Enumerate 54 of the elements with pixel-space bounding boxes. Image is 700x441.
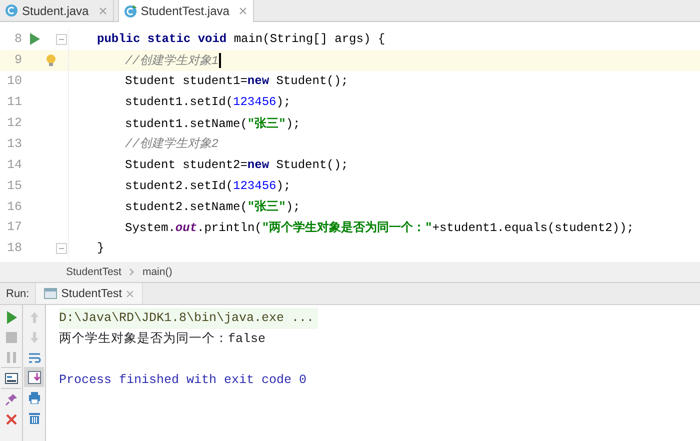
text-cursor <box>218 52 221 68</box>
close-icon[interactable] <box>4 412 18 426</box>
class-icon <box>5 4 18 17</box>
soft-wrap-icon[interactable] <box>28 350 40 364</box>
close-icon[interactable] <box>98 6 107 14</box>
line-number: 16 <box>6 200 22 214</box>
code-line: //创建学生对象1 <box>125 52 219 69</box>
code-line: public static void main(String[] args) { <box>97 32 386 46</box>
exit-message: Process finished with exit code 0 <box>59 372 308 389</box>
code-line: System.out.println("两个学生对象是否为同一个："+student1.equals(student2)); <box>125 220 634 236</box>
line-number: 11 <box>6 95 22 110</box>
window-icon <box>44 288 58 299</box>
trash-icon[interactable] <box>28 410 40 424</box>
close-icon[interactable] <box>126 290 134 298</box>
up-arrow-icon[interactable] <box>28 310 40 324</box>
run-icon[interactable] <box>4 310 18 324</box>
run-icon[interactable] <box>30 33 40 46</box>
down-arrow-icon[interactable] <box>28 330 40 344</box>
line-number: 8 <box>13 32 22 46</box>
code-line: Student student1=new Student(); <box>125 74 348 88</box>
scroll-to-end-icon[interactable] <box>28 370 40 384</box>
layout-icon[interactable] <box>4 372 18 384</box>
breadcrumb-item[interactable]: main() <box>142 266 172 278</box>
line-number: 17 <box>6 220 22 234</box>
stop-icon[interactable] <box>4 330 18 344</box>
file-tab[interactable]: Student.java <box>0 0 114 21</box>
file-tab[interactable]: StudentTest.java <box>118 0 254 22</box>
panel-label: Run: <box>5 288 30 300</box>
pause-icon[interactable] <box>4 350 18 364</box>
line-number: 10 <box>6 74 22 88</box>
fold-marker-icon[interactable] <box>56 242 66 254</box>
code-line: Student student2=new Student(); <box>125 158 348 172</box>
line-number: 12 <box>6 116 22 130</box>
print-icon[interactable] <box>28 390 40 404</box>
code-line: student1.setName("张三"); <box>125 116 300 132</box>
class-icon <box>124 4 137 18</box>
run-tab[interactable]: StudentTest <box>35 283 143 304</box>
breadcrumb-item[interactable]: StudentTest <box>66 266 122 278</box>
close-icon[interactable] <box>239 7 248 15</box>
line-number: 18 <box>6 241 22 256</box>
code-line: student2.setName("张三"); <box>125 198 300 216</box>
code-line: //创建学生对象2 <box>125 136 219 152</box>
console-output: 两个学生对象是否为同一个：false <box>59 330 267 348</box>
pin-icon[interactable] <box>4 392 18 406</box>
code-line: student2.setId(123456); <box>125 178 291 193</box>
line-number: 14 <box>6 158 22 172</box>
fold-marker-icon[interactable] <box>56 34 66 45</box>
line-number: 9 <box>13 53 22 68</box>
line-number: 15 <box>6 178 22 193</box>
code-line: student1.setId(123456); <box>125 95 291 110</box>
line-number: 13 <box>6 136 22 151</box>
chevron-icon <box>129 268 134 276</box>
code-line: } <box>97 241 104 256</box>
lightbulb-icon[interactable] <box>46 54 56 67</box>
